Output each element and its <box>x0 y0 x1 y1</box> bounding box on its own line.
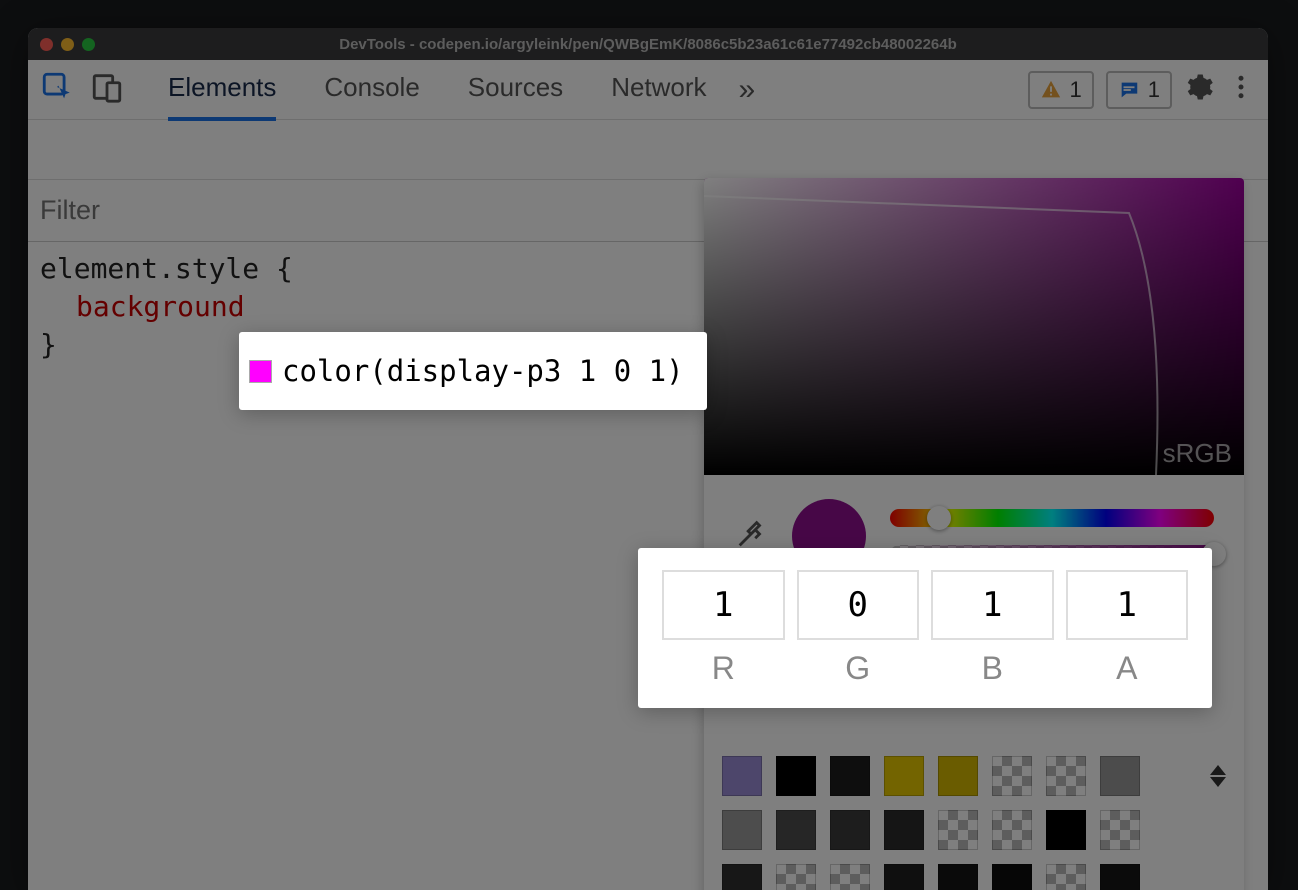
palette-stepper[interactable] <box>1210 765 1226 787</box>
palette-swatch[interactable] <box>1100 864 1140 890</box>
input-r[interactable]: 1 <box>662 570 785 640</box>
palette-swatch[interactable] <box>884 756 924 796</box>
palette-swatch[interactable] <box>992 756 1032 796</box>
palette-swatch[interactable] <box>722 864 762 890</box>
palette-swatch[interactable] <box>830 810 870 850</box>
color-value-popup[interactable]: color(display-p3 1 0 1) <box>239 332 707 410</box>
more-options-button[interactable] <box>1226 72 1256 107</box>
settings-button[interactable] <box>1184 72 1214 107</box>
palette-swatch[interactable] <box>776 756 816 796</box>
warnings-count: 1 <box>1070 77 1082 103</box>
input-g[interactable]: 0 <box>797 570 920 640</box>
color-spectrum[interactable]: sRGB <box>704 178 1244 475</box>
rgba-inputs-popup: 1 0 1 1 R G B A <box>638 548 1212 708</box>
palette-swatch[interactable] <box>1046 810 1086 850</box>
devtools-toolbar: Elements Console Sources Network » 1 1 <box>28 60 1268 120</box>
color-value-text[interactable]: color(display-p3 1 0 1) <box>282 354 684 388</box>
elements-dom-area[interactable] <box>28 120 1268 180</box>
palette-swatch[interactable] <box>830 864 870 890</box>
warnings-badge[interactable]: 1 <box>1028 71 1094 109</box>
label-a: A <box>1066 650 1189 687</box>
gamut-boundary-line <box>704 178 1244 475</box>
label-b: B <box>931 650 1054 687</box>
messages-count: 1 <box>1148 77 1160 103</box>
color-picker-panel: sRGB <box>704 178 1244 890</box>
palette-swatch[interactable] <box>1100 810 1140 850</box>
label-r: R <box>662 650 785 687</box>
palette-swatch[interactable] <box>830 756 870 796</box>
device-toolbar-icon[interactable] <box>90 70 124 109</box>
palette-swatch[interactable] <box>1046 756 1086 796</box>
palette-swatch[interactable] <box>722 756 762 796</box>
palette-swatch[interactable] <box>938 864 978 890</box>
panel-tabs: Elements Console Sources Network <box>168 58 707 121</box>
warning-icon <box>1040 79 1062 101</box>
palette-swatch[interactable] <box>938 756 978 796</box>
palette-swatch[interactable] <box>992 864 1032 890</box>
inspect-element-icon[interactable] <box>40 70 74 109</box>
label-g: G <box>797 650 920 687</box>
tab-elements[interactable]: Elements <box>168 58 276 121</box>
more-tabs-button[interactable]: » <box>739 73 756 107</box>
palette-swatch[interactable] <box>776 864 816 890</box>
css-property[interactable]: background <box>76 290 245 323</box>
palette-swatch[interactable] <box>722 810 762 850</box>
hue-slider[interactable] <box>890 509 1214 527</box>
tab-sources[interactable]: Sources <box>468 58 563 121</box>
palette-swatch[interactable] <box>884 864 924 890</box>
window-title: DevTools - codepen.io/argyleink/pen/QWBg… <box>28 36 1268 53</box>
message-icon <box>1118 79 1140 101</box>
palette-swatch[interactable] <box>884 810 924 850</box>
input-b[interactable]: 1 <box>931 570 1054 640</box>
messages-badge[interactable]: 1 <box>1106 71 1172 109</box>
color-palette <box>722 756 1226 890</box>
palette-swatch[interactable] <box>992 810 1032 850</box>
color-swatch[interactable] <box>249 360 272 383</box>
tab-console[interactable]: Console <box>324 58 419 121</box>
hue-thumb[interactable] <box>927 506 951 530</box>
tab-network[interactable]: Network <box>611 58 706 121</box>
gamut-label: sRGB <box>1163 438 1232 469</box>
window-titlebar: DevTools - codepen.io/argyleink/pen/QWBg… <box>28 28 1268 60</box>
palette-swatch[interactable] <box>938 810 978 850</box>
palette-swatch[interactable] <box>1046 864 1086 890</box>
input-a[interactable]: 1 <box>1066 570 1189 640</box>
palette-swatch[interactable] <box>776 810 816 850</box>
palette-swatch[interactable] <box>1100 756 1140 796</box>
